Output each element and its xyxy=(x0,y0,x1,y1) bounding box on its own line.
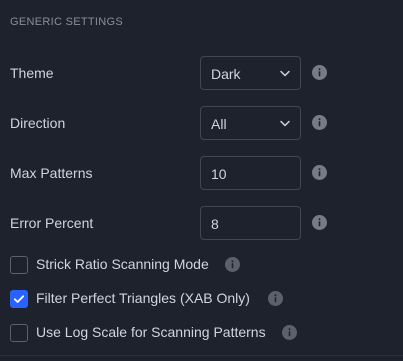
theme-select-value: Dark xyxy=(211,66,241,82)
max-patterns-input[interactable]: 10 xyxy=(200,156,301,190)
chevron-down-icon xyxy=(280,70,290,77)
filter-perfect-triangles-label: Filter Perfect Triangles (XAB Only) xyxy=(36,290,250,306)
info-circle-icon[interactable] xyxy=(312,65,327,80)
direction-label: Direction xyxy=(10,115,66,131)
use-log-scale-label: Use Log Scale for Scanning Patterns xyxy=(36,324,266,340)
chevron-down-icon xyxy=(280,120,290,127)
theme-select[interactable]: Dark xyxy=(200,56,301,90)
error-percent-value: 8 xyxy=(211,216,219,232)
strick-ratio-checkbox[interactable] xyxy=(10,256,28,274)
filter-perfect-triangles-row[interactable]: Filter Perfect Triangles (XAB Only) xyxy=(0,287,403,311)
info-circle-icon[interactable] xyxy=(312,115,327,130)
strick-ratio-row[interactable]: Strick Ratio Scanning Mode xyxy=(0,253,403,277)
generic-settings-panel: GENERIC SETTINGS Theme Dark Direction Al… xyxy=(0,0,403,361)
strick-ratio-label: Strick Ratio Scanning Mode xyxy=(36,256,209,272)
section-title: GENERIC SETTINGS xyxy=(10,16,123,28)
error-percent-row: Error Percent 8 xyxy=(0,206,403,240)
info-circle-icon[interactable] xyxy=(282,325,297,340)
theme-label: Theme xyxy=(10,65,54,81)
use-log-scale-row[interactable]: Use Log Scale for Scanning Patterns xyxy=(0,321,403,345)
max-patterns-row: Max Patterns 10 xyxy=(0,156,403,190)
info-circle-icon[interactable] xyxy=(312,215,327,230)
info-circle-icon[interactable] xyxy=(225,257,240,272)
filter-perfect-triangles-checkbox[interactable] xyxy=(10,290,28,308)
max-patterns-label: Max Patterns xyxy=(10,165,93,181)
direction-select-value: All xyxy=(211,116,227,132)
use-log-scale-checkbox[interactable] xyxy=(10,324,28,342)
info-circle-icon[interactable] xyxy=(312,165,327,180)
panel-divider xyxy=(0,355,403,356)
checkmark-icon xyxy=(13,295,25,303)
max-patterns-value: 10 xyxy=(211,166,227,182)
error-percent-input[interactable]: 8 xyxy=(200,206,301,240)
direction-select[interactable]: All xyxy=(200,106,301,140)
info-circle-icon[interactable] xyxy=(268,291,283,306)
theme-row: Theme Dark xyxy=(0,56,403,90)
error-percent-label: Error Percent xyxy=(10,215,94,231)
direction-row: Direction All xyxy=(0,106,403,140)
